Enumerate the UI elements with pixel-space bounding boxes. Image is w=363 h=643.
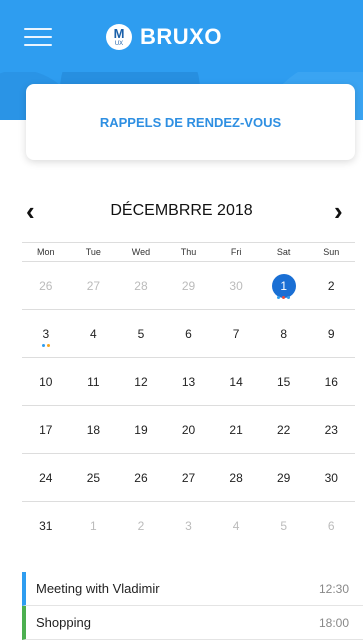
calendar-day[interactable]: 27: [165, 454, 213, 501]
next-month-icon[interactable]: ›: [334, 198, 343, 224]
calendar-day-today[interactable]: 1: [260, 262, 308, 309]
calendar-day[interactable]: 29: [260, 454, 308, 501]
calendar-day[interactable]: 26: [22, 262, 70, 309]
calendar-day[interactable]: 17: [22, 406, 70, 453]
calendar-day[interactable]: 12: [117, 358, 165, 405]
calendar-day[interactable]: 27: [70, 262, 118, 309]
event-item[interactable]: Shopping 18:00: [22, 606, 363, 640]
menu-icon[interactable]: [24, 28, 52, 46]
calendar-day[interactable]: 10: [22, 358, 70, 405]
calendar-day[interactable]: 26: [117, 454, 165, 501]
calendar-day[interactable]: 28: [117, 262, 165, 309]
top-bar: M UX BRUXO: [0, 0, 363, 72]
weekday-label: Tue: [85, 247, 101, 257]
calendar-day[interactable]: 29: [165, 262, 213, 309]
calendar-day[interactable]: 30: [212, 262, 260, 309]
calendar-week: 10 11 12 13 14 15 16: [22, 358, 355, 406]
event-list: Meeting with Vladimir 12:30 Shopping 18:…: [22, 572, 363, 640]
weekday-label: Mon: [37, 247, 55, 257]
calendar-day[interactable]: 20: [165, 406, 213, 453]
calendar-day[interactable]: 16: [307, 358, 355, 405]
calendar-day[interactable]: 2: [117, 502, 165, 550]
event-title: Shopping: [36, 615, 91, 630]
reminders-card-label: RAPPELS DE RENDEZ-VOUS: [99, 114, 282, 130]
event-title: Meeting with Vladimir: [36, 581, 160, 596]
calendar-day[interactable]: 24: [22, 454, 70, 501]
reminders-card[interactable]: RAPPELS DE RENDEZ-VOUS: [26, 84, 355, 160]
calendar-day[interactable]: 6: [165, 310, 213, 357]
weekday-label: Fri: [230, 247, 242, 257]
calendar-day[interactable]: 5: [117, 310, 165, 357]
calendar-grid: Mon Tue Wed Thu Fri Sat Sun 26 27 28 29 …: [22, 242, 355, 550]
weekday-label: Sat: [276, 247, 291, 257]
month-navigation: ‹ DÉCEMBRRE 2018 ›: [0, 196, 363, 228]
calendar-day[interactable]: 15: [260, 358, 308, 405]
weekday-label: Wed: [131, 247, 151, 257]
calendar-day[interactable]: 8: [260, 310, 308, 357]
calendar-day[interactable]: 19: [117, 406, 165, 453]
calendar-day[interactable]: 23: [307, 406, 355, 453]
calendar-day[interactable]: 13: [165, 358, 213, 405]
calendar-day[interactable]: 6: [307, 502, 355, 550]
calendar-day[interactable]: 21: [212, 406, 260, 453]
calendar-day[interactable]: 11: [70, 358, 118, 405]
calendar-day[interactable]: 5: [260, 502, 308, 550]
event-item[interactable]: Meeting with Vladimir 12:30: [22, 572, 363, 606]
app-title: BRUXO: [140, 24, 222, 49]
calendar-day[interactable]: 4: [70, 310, 118, 357]
calendar-day[interactable]: 4: [212, 502, 260, 550]
weekday-label: Thu: [180, 247, 197, 257]
calendar-week: 17 18 19 20 21 22 23: [22, 406, 355, 454]
weekday-label: Sun: [323, 247, 340, 257]
event-dots: [260, 296, 308, 301]
calendar-week: 24 25 26 27 28 29 30: [22, 454, 355, 502]
calendar-day[interactable]: 2: [307, 262, 355, 309]
event-time: 18:00: [318, 615, 349, 630]
calendar-week: 3 4 5 6 7 8 9: [22, 310, 355, 358]
calendar-day[interactable]: 22: [260, 406, 308, 453]
event-dots: [22, 344, 70, 349]
calendar-day[interactable]: 9: [307, 310, 355, 357]
calendar-day[interactable]: 25: [70, 454, 118, 501]
calendar-day[interactable]: 1: [70, 502, 118, 550]
logo-subtext: UX: [114, 41, 124, 47]
weekday-header: Mon Tue Wed Thu Fri Sat Sun: [22, 242, 355, 262]
calendar-week: 31 1 2 3 4 5 6: [22, 502, 355, 550]
calendar-week: 26 27 28 29 30 1 2: [22, 262, 355, 310]
calendar-day[interactable]: 18: [70, 406, 118, 453]
calendar-day[interactable]: 30: [307, 454, 355, 501]
event-time: 12:30: [318, 581, 349, 596]
month-title: DÉCEMBRRE 2018: [110, 202, 253, 219]
calendar-day[interactable]: 14: [212, 358, 260, 405]
calendar-day[interactable]: 3: [165, 502, 213, 550]
calendar-day[interactable]: 28: [212, 454, 260, 501]
calendar-day[interactable]: 3: [22, 310, 70, 357]
logo-letter: M: [113, 26, 125, 41]
calendar-day[interactable]: 7: [212, 310, 260, 357]
calendar-day[interactable]: 31: [22, 502, 70, 550]
app-logo: M UX: [106, 24, 132, 50]
